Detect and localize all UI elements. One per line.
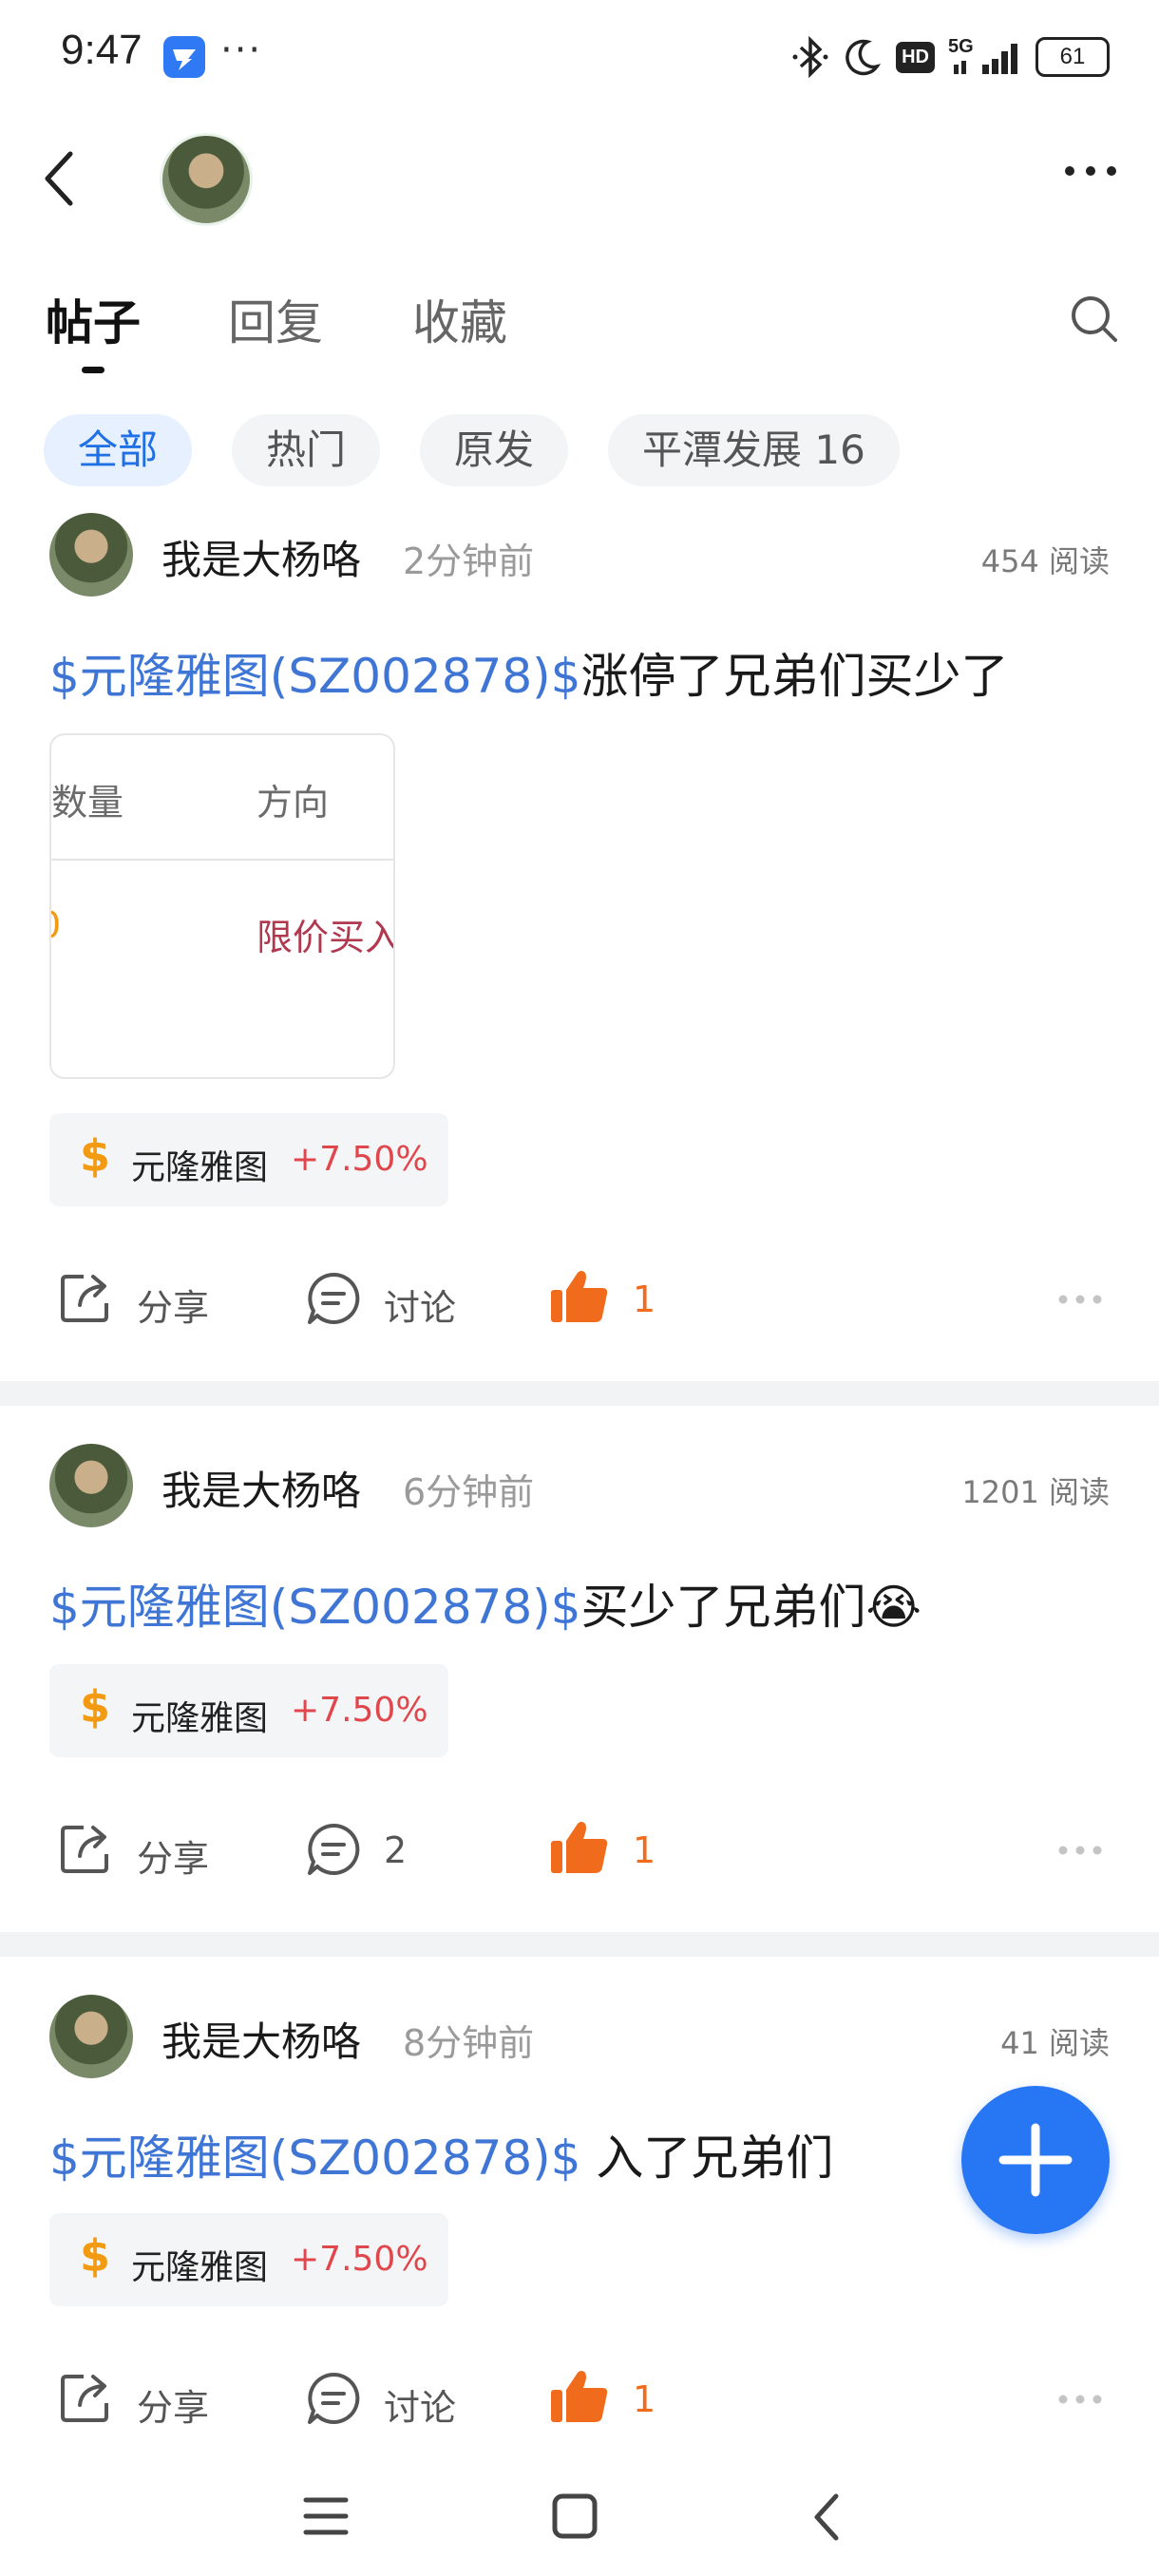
- filter-hot[interactable]: 热门: [232, 414, 381, 486]
- like-count: 1: [633, 1829, 656, 1871]
- stock-name: 元隆雅图: [131, 1699, 269, 1738]
- bluetooth-icon: [792, 36, 828, 78]
- stock-chip[interactable]: $ 元隆雅图 +7.50%: [49, 1664, 448, 1757]
- post-content[interactable]: $元隆雅图(SZ002878)$涨停了兄弟们买少了: [49, 638, 1009, 707]
- comment-count: 2: [384, 1829, 408, 1871]
- share-label: 分享: [137, 1838, 210, 1880]
- image-value: 0: [51, 904, 61, 946]
- thumbs-up-icon: [551, 1822, 608, 1873]
- status-overflow: ···: [220, 28, 263, 72]
- comment-icon: [308, 1823, 360, 1875]
- post-more-icon[interactable]: [1058, 2394, 1102, 2405]
- dollar-icon: $: [80, 1130, 111, 1182]
- thumbs-up-icon: [551, 1271, 608, 1322]
- read-count: 454 阅读: [980, 543, 1110, 579]
- dollar-icon: $: [80, 2230, 111, 2282]
- image-header-quantity: 数量: [51, 782, 124, 824]
- share-icon: [61, 1275, 108, 1322]
- back-button[interactable]: [36, 144, 82, 217]
- image-divider: [51, 859, 393, 861]
- stock-chip[interactable]: $ 元隆雅图 +7.50%: [49, 1113, 448, 1206]
- search-button[interactable]: [1068, 293, 1121, 350]
- author-avatar[interactable]: [49, 1444, 133, 1527]
- post-body: 买少了兄弟们😭: [580, 1580, 922, 1635]
- image-header-direction: 方向: [256, 782, 330, 824]
- like-count: 1: [633, 1279, 656, 1320]
- system-nav-bar: [0, 2458, 1159, 2576]
- menu-icon[interactable]: [302, 2494, 350, 2538]
- stock-name: 元隆雅图: [131, 2248, 269, 2287]
- post-time: 2分钟前: [403, 540, 535, 582]
- thumbs-up-icon: [551, 2371, 608, 2422]
- author-name[interactable]: 我是大杨咯: [162, 2010, 361, 2068]
- post-body: 入了兄弟们: [580, 2131, 834, 2186]
- chevron-left-icon: [45, 151, 73, 206]
- comment-icon: [308, 1272, 360, 1324]
- post-image[interactable]: 数量 方向 0 限价买入: [49, 733, 395, 1079]
- status-time: 9:47: [61, 27, 142, 73]
- author-avatar[interactable]: [49, 1995, 133, 2078]
- post-separator: [0, 1932, 1159, 1957]
- author-name[interactable]: 我是大杨咯: [162, 528, 361, 586]
- post-content[interactable]: $元隆雅图(SZ002878)$ 入了兄弟们: [49, 2120, 833, 2188]
- back-nav-icon[interactable]: [809, 2491, 844, 2544]
- post-time: 6分钟前: [403, 1471, 535, 1513]
- tab-favorites[interactable]: 收藏: [412, 285, 507, 353]
- tab-replies[interactable]: 回复: [228, 285, 323, 353]
- tab-posts[interactable]: 帖子: [46, 285, 141, 353]
- like-count: 1: [633, 2378, 656, 2420]
- battery-icon: 61: [1036, 37, 1110, 77]
- home-icon[interactable]: [551, 2492, 598, 2540]
- post-separator: [0, 1381, 1159, 1406]
- filter-all[interactable]: 全部: [44, 414, 193, 486]
- read-count: 41 阅读: [1000, 2025, 1110, 2061]
- comment-label: 讨论: [384, 2387, 457, 2429]
- read-count: 1201 阅读: [961, 1474, 1110, 1510]
- stock-tag-link[interactable]: $元隆雅图(SZ002878)$: [49, 2131, 581, 2186]
- plus-icon: [998, 2123, 1073, 2197]
- more-horizontal-icon: [1065, 166, 1116, 176]
- more-button[interactable]: [1064, 163, 1117, 182]
- share-icon: [61, 2375, 108, 2422]
- filter-original[interactable]: 原发: [420, 414, 569, 486]
- post-content[interactable]: $元隆雅图(SZ002878)$买少了兄弟们😭: [49, 1569, 922, 1638]
- post-body: 涨停了兄弟们买少了: [580, 649, 1009, 704]
- post-more-icon[interactable]: [1058, 1294, 1102, 1305]
- stock-tag-link[interactable]: $元隆雅图(SZ002878)$: [49, 649, 581, 704]
- app-notification-icon: [163, 36, 205, 78]
- moon-icon: [846, 39, 882, 76]
- share-icon: [61, 1826, 108, 1873]
- status-bar: 9:47 ··· HD 5G 61: [0, 0, 1159, 114]
- post-more-icon[interactable]: [1058, 1845, 1102, 1856]
- status-icons: HD 5G 61: [791, 30, 1110, 84]
- comment-label: 讨论: [384, 1287, 457, 1329]
- stock-change: +7.50%: [291, 2240, 428, 2279]
- author-name[interactable]: 我是大杨咯: [162, 1459, 361, 1517]
- comment-icon: [308, 2372, 360, 2424]
- signal-icon: 5G: [948, 36, 1022, 78]
- stock-change: +7.50%: [291, 1140, 428, 1179]
- post-time: 8分钟前: [403, 2022, 535, 2064]
- create-post-button[interactable]: [961, 2086, 1110, 2234]
- author-avatar[interactable]: [49, 513, 133, 597]
- hd-badge: HD: [896, 41, 935, 73]
- tab-indicator: [82, 367, 104, 373]
- stock-name: 元隆雅图: [131, 1148, 269, 1187]
- image-direction: 限价买入: [256, 917, 395, 958]
- stock-chip[interactable]: $ 元隆雅图 +7.50%: [49, 2213, 448, 2306]
- stock-tag-link[interactable]: $元隆雅图(SZ002878)$: [49, 1580, 581, 1635]
- filter-pingtan[interactable]: 平潭发展 16: [608, 414, 900, 486]
- stock-change: +7.50%: [291, 1691, 428, 1730]
- share-label: 分享: [137, 2387, 210, 2429]
- search-icon: [1072, 296, 1117, 342]
- dollar-icon: $: [80, 1681, 111, 1733]
- share-label: 分享: [137, 1287, 210, 1329]
- profile-avatar[interactable]: [160, 133, 253, 226]
